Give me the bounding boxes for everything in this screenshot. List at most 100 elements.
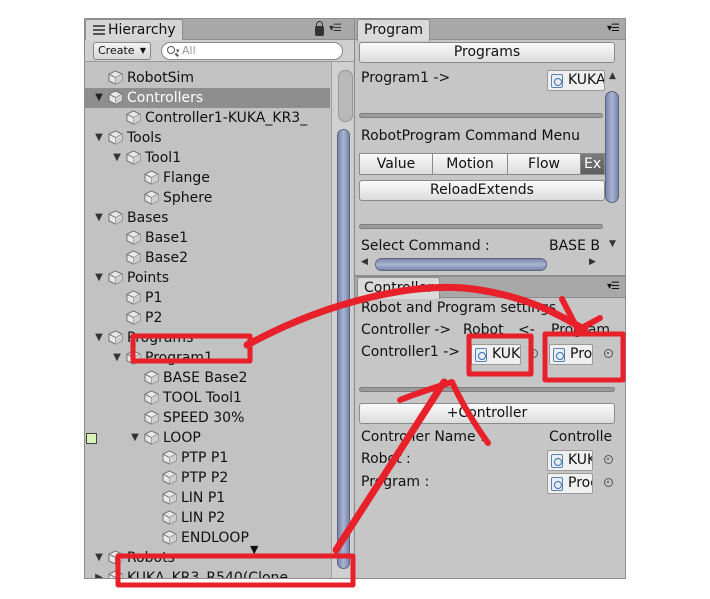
tree-row-label: BASE Base2 [163, 370, 248, 386]
tree-row[interactable]: ▼ Bases [85, 208, 330, 228]
collapse-arrow-icon[interactable]: ▼ [129, 428, 141, 448]
controller-tab[interactable]: Controller [357, 277, 440, 299]
hierarchy-tab-label: Hierarchy [108, 22, 176, 38]
tree-row-label: SPEED 30% [163, 410, 245, 426]
tree-row[interactable]: Controller1-KUKA_KR3_ [85, 108, 330, 128]
script-file-icon [553, 348, 565, 362]
tree-row-label: Flange [163, 170, 210, 186]
tree-row[interactable]: Base2 [85, 248, 330, 268]
hierarchy-search-input[interactable]: ▾ All [161, 42, 343, 60]
robot-label: Robot : [361, 451, 411, 467]
program-vertical-scroll-thumb[interactable] [605, 91, 619, 203]
object-picker-icon[interactable] [604, 478, 613, 487]
tree-row[interactable]: RobotSim [85, 68, 330, 88]
tree-row[interactable]: TOOL Tool1 [85, 388, 330, 408]
collapse-arrow-icon[interactable]: ▼ [93, 268, 105, 288]
tree-row[interactable]: BASE Base2 [85, 368, 330, 388]
gameobject-cube-icon [108, 90, 123, 105]
create-dropdown-button[interactable]: Create ▼ [93, 42, 151, 60]
segment-extends[interactable]: Ex [580, 153, 605, 175]
search-filter-arrow-icon: ▾ [176, 47, 180, 55]
controller-panel: Controller ▾☰ Robot and Program settings… [354, 276, 626, 579]
tree-row[interactable]: SPEED 30% [85, 408, 330, 428]
controller1-program-value: Prog [570, 346, 593, 362]
panel-menu-icon[interactable]: ▾☰ [329, 23, 342, 34]
robot-object-field[interactable]: KUK [547, 450, 593, 471]
hierarchy-panel: Hierarchy ▾☰ Create ▼ ▾ All RobotSim ▼ Con… [84, 18, 356, 579]
tree-row[interactable]: ▼ Tools [85, 128, 330, 148]
hierarchy-tab-bar: Hierarchy ▾☰ [85, 19, 355, 41]
controller1-robot-field[interactable]: KUK [471, 344, 521, 365]
collapse-arrow-icon[interactable]: ▼ [93, 328, 105, 348]
gameobject-cube-icon [108, 570, 123, 578]
program-horizontal-scroll-thumb[interactable] [375, 258, 547, 271]
gameobject-cube-icon [108, 130, 123, 145]
select-command-value[interactable]: BASE B [549, 238, 605, 254]
object-picker-icon[interactable] [604, 349, 613, 358]
tree-row-label: LOOP [163, 430, 201, 446]
collapse-arrow-icon[interactable]: ▼ [111, 348, 123, 368]
controller1-program-field[interactable]: Prog [549, 344, 593, 365]
collapse-arrow-icon[interactable]: ▼ [93, 88, 105, 108]
hierarchy-tab[interactable]: Hierarchy [85, 19, 183, 41]
program-tab[interactable]: Program [357, 19, 431, 41]
gameobject-cube-icon [108, 270, 123, 285]
tree-row[interactable]: Sphere [85, 188, 330, 208]
tree-row[interactable]: ▼ Programs [85, 328, 330, 348]
program-horizontal-scrollbar[interactable]: ◀ ▶ [357, 256, 605, 272]
segment-flow[interactable]: Flow [507, 153, 581, 175]
tree-row-label: LIN P2 [181, 510, 226, 526]
row-dropdown-arrow-icon[interactable]: ▼ [250, 543, 258, 556]
program-vertical-scrollbar[interactable]: ▲ ▼ [605, 69, 620, 253]
scroll-left-arrow-icon[interactable]: ◀ [357, 257, 372, 267]
program1-object-field[interactable]: KUKA [547, 70, 605, 91]
add-controller-button[interactable]: +Controller [359, 403, 615, 424]
tree-row[interactable]: Flange [85, 168, 330, 188]
tree-row[interactable]: P1 [85, 288, 330, 308]
tree-row-label: Program1 [145, 350, 213, 366]
tree-row[interactable]: ▼ Controllers [85, 88, 330, 108]
scroll-down-arrow-icon[interactable]: ▼ [605, 239, 620, 249]
reload-extends-button[interactable]: ReloadExtends [359, 180, 605, 201]
tree-row[interactable]: PTP P1 [85, 448, 330, 468]
gameobject-cube-icon [126, 250, 141, 265]
tree-row[interactable]: LIN P2 [85, 508, 330, 528]
expand-arrow-icon[interactable]: ▶ [93, 568, 105, 578]
programs-button[interactable]: Programs [359, 42, 615, 63]
controller1-robot-value: KUK [492, 346, 521, 362]
panel-menu-icon[interactable]: ▾☰ [607, 23, 620, 34]
tree-row[interactable]: P2 [85, 308, 330, 328]
lock-icon[interactable] [315, 21, 324, 36]
collapse-arrow-icon[interactable]: ▼ [93, 548, 105, 568]
tree-row[interactable]: ENDLOOP [85, 528, 330, 548]
panel-menu-icon[interactable]: ▾☰ [607, 281, 620, 292]
tree-row[interactable]: ▼ Robots [85, 548, 330, 568]
segment-value[interactable]: Value [359, 153, 433, 175]
tree-row[interactable]: ▼ Program1 [85, 348, 330, 368]
tree-row[interactable]: PTP P2 [85, 468, 330, 488]
tree-row[interactable]: Base1 [85, 228, 330, 248]
collapse-arrow-icon[interactable]: ▼ [111, 148, 123, 168]
gameobject-cube-icon [162, 490, 177, 505]
object-picker-icon[interactable] [604, 455, 613, 464]
segment-motion[interactable]: Motion [432, 153, 508, 175]
tree-row[interactable]: ▼ Tool1 [85, 148, 330, 168]
collapse-arrow-icon[interactable]: ▼ [93, 128, 105, 148]
tree-row-label: P2 [145, 310, 163, 326]
color-swatch [86, 433, 97, 444]
tree-row[interactable]: ▼ Points [85, 268, 330, 288]
program-object-field[interactable]: Prog [547, 473, 593, 494]
collapse-arrow-icon[interactable]: ▼ [93, 208, 105, 228]
mapping-label-controller: Controller -> [361, 322, 452, 338]
tree-row-label: TOOL Tool1 [163, 390, 242, 406]
scroll-right-arrow-icon[interactable]: ▶ [585, 257, 600, 267]
hierarchy-scroll-thumb[interactable] [337, 70, 353, 569]
object-picker-icon[interactable] [529, 349, 538, 358]
tree-row[interactable]: ▶ KUKA_KR3_R540(Clone [85, 568, 330, 578]
hierarchy-scrollbar[interactable] [331, 62, 353, 578]
scroll-up-arrow-icon[interactable]: ▲ [605, 71, 620, 81]
tree-row[interactable]: ▼ LOOP [85, 428, 330, 448]
controller-name-value[interactable]: Controller [549, 429, 613, 445]
tree-row[interactable]: LIN P1 [85, 488, 330, 508]
separator [359, 113, 603, 118]
